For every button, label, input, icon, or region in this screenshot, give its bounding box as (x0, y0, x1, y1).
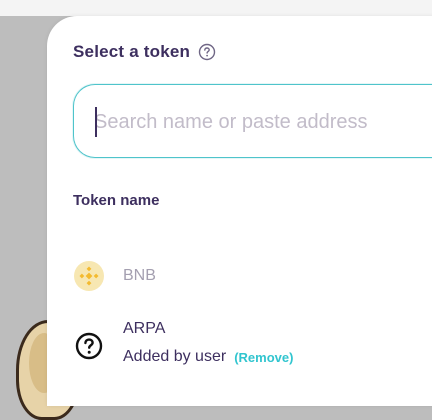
question-circle-icon[interactable] (198, 43, 216, 61)
unknown-token-icon (73, 330, 105, 362)
token-symbol: BNB (123, 267, 156, 284)
remove-token-link[interactable]: (Remove) (234, 350, 293, 365)
token-name-label: Token name (73, 192, 160, 209)
added-by-user-line: Added by user (Remove) (123, 348, 293, 366)
modal-header: Select a token (73, 42, 216, 62)
modal-title: Select a token (73, 42, 191, 61)
added-by-user-text: Added by user (123, 348, 227, 365)
token-info-arpa: ARPA Added by user (Remove) (123, 320, 293, 366)
token-symbol: ARPA (123, 320, 166, 337)
bnb-icon (73, 260, 105, 292)
token-select-modal: Select a token Token name (47, 16, 432, 406)
token-info-bnb: BNB (123, 267, 156, 285)
search-input[interactable] (94, 85, 432, 159)
token-row-bnb[interactable]: BNB (73, 260, 432, 292)
text-caret (95, 107, 97, 137)
search-box (73, 84, 432, 159)
top-strip (0, 0, 432, 16)
token-row-arpa[interactable]: ARPA Added by user (Remove) (73, 320, 432, 376)
